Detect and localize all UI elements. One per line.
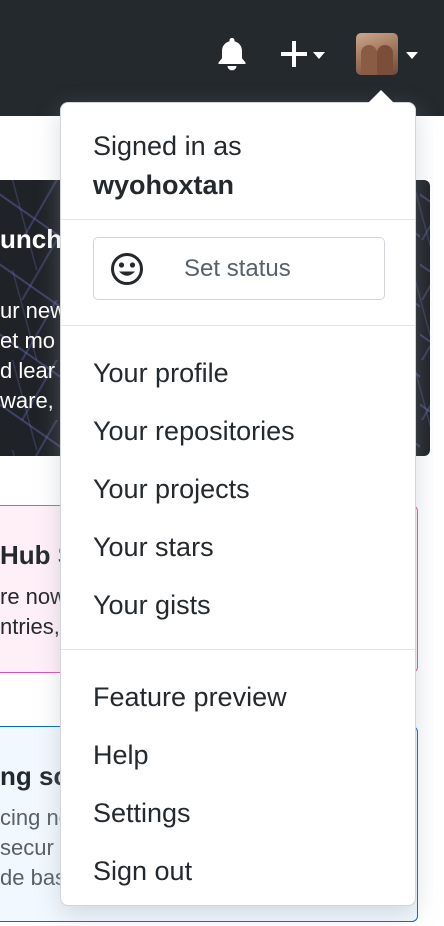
menu-item-your-repositories[interactable]: Your repositories [93,411,295,451]
create-new-button[interactable] [276,36,328,72]
set-status-label: Set status [184,255,291,282]
divider [61,219,415,220]
menu-item-your-projects[interactable]: Your projects [93,469,250,509]
card-text: re now [0,584,67,609]
username[interactable]: wyohoxtan [93,165,234,205]
dropdown-caret [368,90,394,103]
menu-item-settings[interactable]: Settings [93,793,191,833]
card-text: ur new [0,298,67,323]
plus-icon [281,41,307,67]
menu-item-your-stars[interactable]: Your stars [93,527,214,567]
avatar [356,33,398,75]
chevron-down-icon [406,51,418,59]
bell-icon[interactable] [214,36,250,72]
menu-item-help[interactable]: Help [93,735,149,775]
smiley-icon [111,253,143,285]
chevron-down-icon [313,51,325,59]
user-menu-button[interactable] [355,33,419,75]
card-text: secur [0,835,54,860]
card-text: de bas [0,865,67,890]
set-status-button[interactable]: Set status [93,237,385,300]
card-text: d lear [0,358,56,383]
user-dropdown-menu: Signed in as wyohoxtan Set status Your p… [60,102,416,906]
card-text: ware, [0,388,54,413]
menu-item-your-profile[interactable]: Your profile [93,353,229,393]
card-text: ntries, [0,614,60,639]
menu-item-sign-out[interactable]: Sign out [93,851,192,891]
menu-item-your-gists[interactable]: Your gists [93,585,211,625]
signed-in-label: Signed in as [93,131,242,161]
card-text: et mo [0,328,56,353]
card-title: ng sc [0,761,68,791]
divider [61,649,415,650]
card-title: unch [0,224,63,254]
divider [61,325,415,326]
menu-item-feature-preview[interactable]: Feature preview [93,677,287,717]
